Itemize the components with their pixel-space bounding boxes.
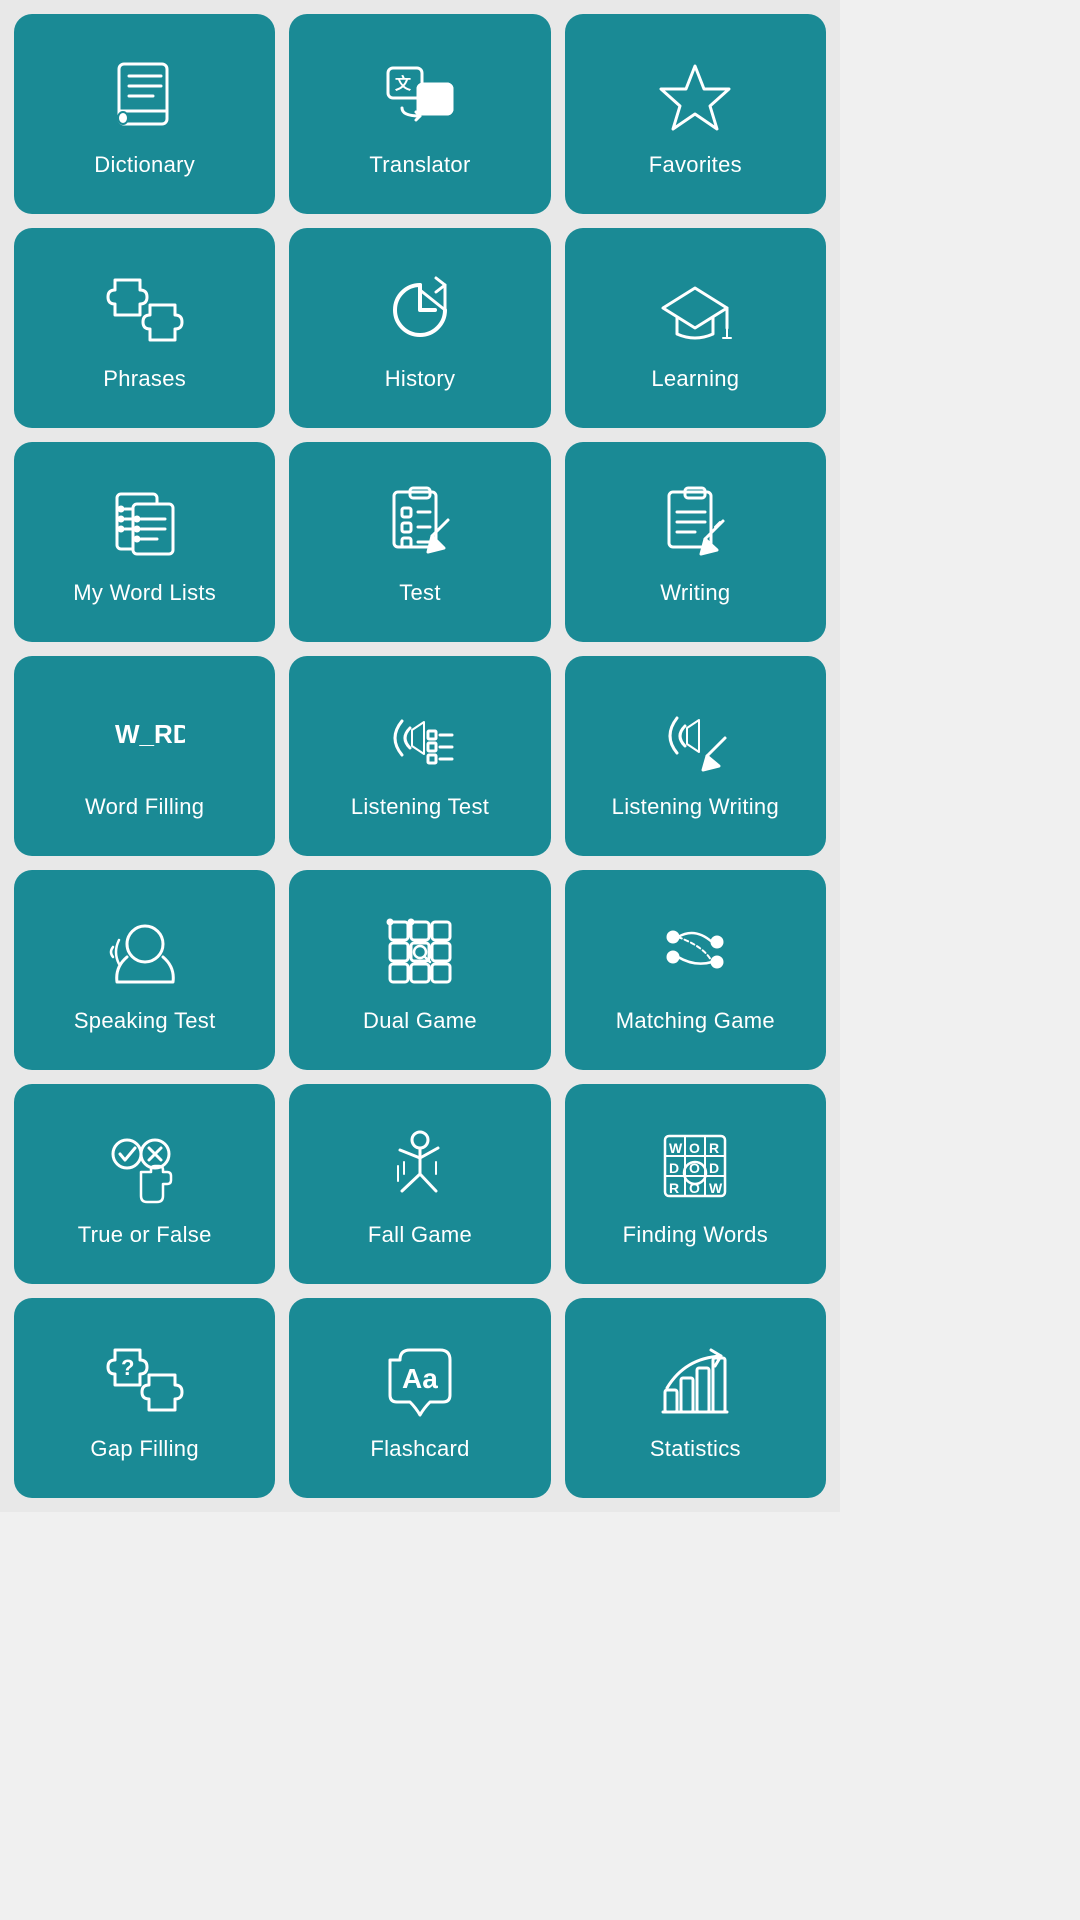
test-icon	[380, 484, 460, 564]
writing-icon	[655, 484, 735, 564]
tile-favorites[interactable]: Favorites	[565, 14, 826, 214]
learning-icon	[655, 270, 735, 350]
tile-gap-filling[interactable]: ? Gap Filling	[14, 1298, 275, 1498]
tile-statistics[interactable]: Statistics	[565, 1298, 826, 1498]
history-label: History	[385, 366, 456, 392]
matchinggame-label: Matching Game	[616, 1008, 775, 1034]
favorites-icon	[655, 56, 735, 136]
tile-history[interactable]: History	[289, 228, 550, 428]
flashcard-icon: Aa	[380, 1340, 460, 1420]
svg-text:W: W	[709, 1180, 723, 1196]
svg-text:W_RD: W_RD	[115, 719, 185, 749]
test-label: Test	[399, 580, 441, 606]
svg-text:R: R	[669, 1180, 679, 1196]
matchinggame-icon	[655, 912, 735, 992]
tile-speaking-test[interactable]: Speaking Test	[14, 870, 275, 1070]
svg-text:D: D	[669, 1160, 679, 1176]
findingwords-label: Finding Words	[623, 1222, 768, 1248]
gapfilling-label: Gap Filling	[90, 1436, 198, 1462]
gapfilling-icon: ?	[105, 1340, 185, 1420]
speakingtest-icon	[105, 912, 185, 992]
tile-matching-game[interactable]: Matching Game	[565, 870, 826, 1070]
trueorfalse-label: True or False	[78, 1222, 212, 1248]
svg-text:O: O	[689, 1140, 700, 1156]
tile-dual-game[interactable]: Dual Game	[289, 870, 550, 1070]
dictionary-label: Dictionary	[94, 152, 195, 178]
svg-text:?: ?	[121, 1355, 134, 1380]
speakingtest-label: Speaking Test	[74, 1008, 216, 1034]
flashcard-label: Flashcard	[370, 1436, 469, 1462]
dualgame-label: Dual Game	[363, 1008, 477, 1034]
translator-icon: 文 A	[380, 56, 460, 136]
translator-label: Translator	[369, 152, 470, 178]
dictionary-icon	[105, 56, 185, 136]
tile-translator[interactable]: 文 A Translator	[289, 14, 550, 214]
listeningwriting-label: Listening Writing	[612, 794, 779, 820]
svg-text:A: A	[424, 89, 437, 109]
dualgame-icon	[380, 912, 460, 992]
tile-true-or-false[interactable]: True or False	[14, 1084, 275, 1284]
listeningtest-label: Listening Test	[351, 794, 489, 820]
phrases-icon	[105, 270, 185, 350]
tile-finding-words[interactable]: W O R D O D R O W Finding Words	[565, 1084, 826, 1284]
tile-learning[interactable]: Learning	[565, 228, 826, 428]
writing-label: Writing	[660, 580, 730, 606]
fallgame-icon	[380, 1126, 460, 1206]
wordfilling-label: Word Filling	[85, 794, 204, 820]
fallgame-label: Fall Game	[368, 1222, 472, 1248]
wordlists-icon	[105, 484, 185, 564]
findingwords-icon: W O R D O D R O W	[655, 1126, 735, 1206]
tile-word-filling[interactable]: W_RD Word Filling	[14, 656, 275, 856]
tile-fall-game[interactable]: Fall Game	[289, 1084, 550, 1284]
favorites-label: Favorites	[649, 152, 742, 178]
svg-text:文: 文	[395, 74, 412, 93]
tile-dictionary[interactable]: Dictionary	[14, 14, 275, 214]
svg-text:D: D	[709, 1160, 719, 1176]
statistics-icon	[655, 1340, 735, 1420]
main-grid: Dictionary 文 A Translator Favorites	[0, 0, 840, 1512]
listeningtest-icon	[380, 698, 460, 778]
svg-text:W: W	[669, 1140, 683, 1156]
wordlists-label: My Word Lists	[73, 580, 216, 606]
tile-my-word-lists[interactable]: My Word Lists	[14, 442, 275, 642]
tile-listening-writing[interactable]: Listening Writing	[565, 656, 826, 856]
tile-writing[interactable]: Writing	[565, 442, 826, 642]
tile-phrases[interactable]: Phrases	[14, 228, 275, 428]
svg-text:R: R	[709, 1140, 719, 1156]
history-icon	[380, 270, 460, 350]
statistics-label: Statistics	[650, 1436, 741, 1462]
wordfilling-icon: W_RD	[105, 698, 185, 778]
listeningwriting-icon	[655, 698, 735, 778]
trueorfalse-icon	[105, 1126, 185, 1206]
tile-test[interactable]: Test	[289, 442, 550, 642]
phrases-label: Phrases	[103, 366, 186, 392]
svg-text:Aa: Aa	[402, 1363, 438, 1394]
tile-listening-test[interactable]: Listening Test	[289, 656, 550, 856]
learning-label: Learning	[651, 366, 739, 392]
tile-flashcard[interactable]: Aa Flashcard	[289, 1298, 550, 1498]
